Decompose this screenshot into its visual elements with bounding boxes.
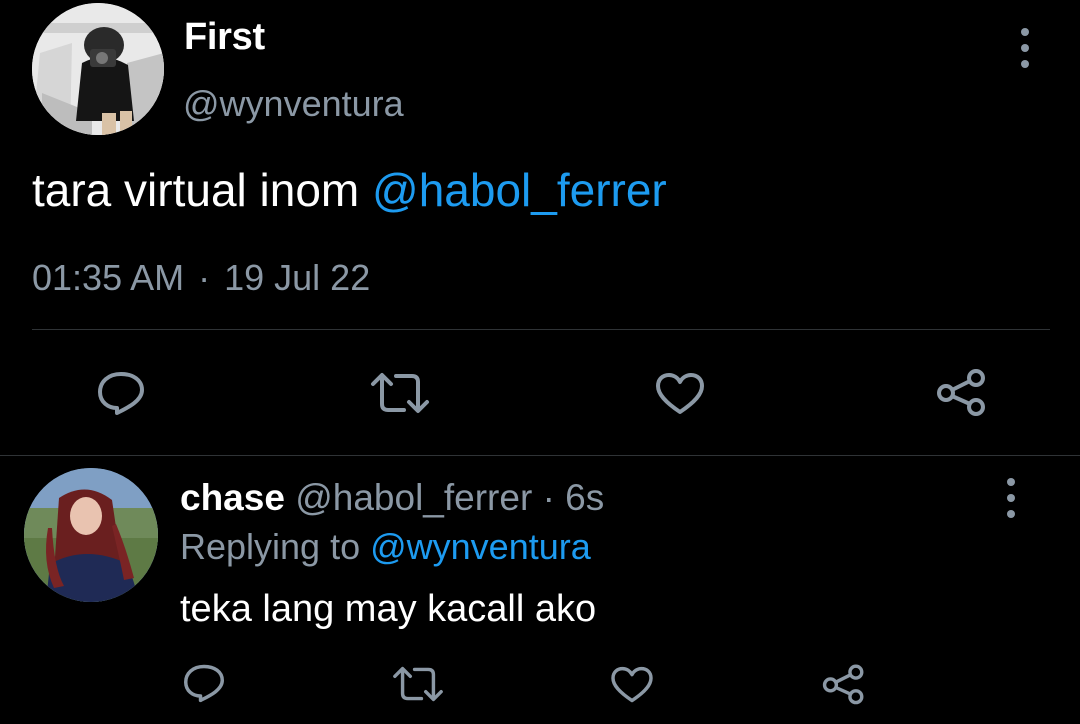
main-tweet-body: tara virtual inom [32, 164, 373, 216]
reply-share-button[interactable] [822, 663, 866, 705]
more-dot [1021, 44, 1029, 52]
more-dot [1007, 478, 1015, 486]
main-like-button[interactable] [655, 372, 705, 416]
profile-photo-icon [32, 3, 164, 135]
meta-separator: · [198, 257, 211, 298]
replying-to-line: Replying to @wynventura [180, 526, 591, 568]
reply-like-button[interactable] [610, 666, 654, 704]
reply-separator: · [542, 477, 555, 518]
more-dot [1007, 494, 1015, 502]
more-options-icon[interactable] [1004, 478, 1018, 518]
main-share-button[interactable] [936, 368, 988, 416]
profile-photo-icon [24, 468, 158, 602]
reply-icon [98, 372, 144, 415]
reply-tweet-handle[interactable]: @habol_ferrer [295, 477, 532, 518]
reply-tweet-time[interactable]: 6s [565, 477, 604, 518]
like-icon [611, 666, 653, 703]
reply-reply-button[interactable] [182, 663, 226, 703]
divider [32, 329, 1050, 330]
more-dot [1007, 510, 1015, 518]
main-tweet-time: 01:35 AM [32, 257, 185, 298]
replying-to-prefix: Replying to [180, 526, 371, 567]
replying-to-mention[interactable]: @wynventura [370, 526, 591, 567]
main-tweet-date: 19 Jul 22 [224, 257, 371, 298]
reply-retweet-button[interactable] [392, 666, 444, 702]
retweet-icon [371, 373, 429, 413]
main-tweet-mention[interactable]: @habol_ferrer [372, 164, 667, 216]
main-reply-button[interactable] [96, 370, 146, 416]
share-icon [822, 664, 864, 705]
reply-tweet-header: chase @habol_ferrer · 6s [180, 477, 604, 519]
main-tweet-avatar[interactable] [32, 3, 164, 135]
reply-tweet-avatar[interactable] [24, 468, 158, 602]
share-icon [937, 369, 985, 416]
main-tweet-text: tara virtual inom @habol_ferrer [32, 163, 667, 217]
divider [0, 455, 1080, 456]
reply-icon [184, 664, 224, 703]
more-options-icon[interactable] [1018, 28, 1032, 68]
reply-tweet-display-name[interactable]: chase [180, 477, 285, 518]
main-retweet-button[interactable] [370, 372, 430, 414]
like-icon [656, 373, 704, 414]
reply-tweet-text: teka lang may kacall ako [180, 588, 597, 630]
more-dot [1021, 28, 1029, 36]
retweet-icon [393, 666, 443, 702]
main-tweet-timestamp: 01:35 AM · 19 Jul 22 [32, 257, 370, 299]
more-dot [1021, 60, 1029, 68]
main-tweet-handle[interactable]: @wynventura [183, 83, 404, 125]
main-tweet-display-name[interactable]: First [184, 16, 265, 59]
